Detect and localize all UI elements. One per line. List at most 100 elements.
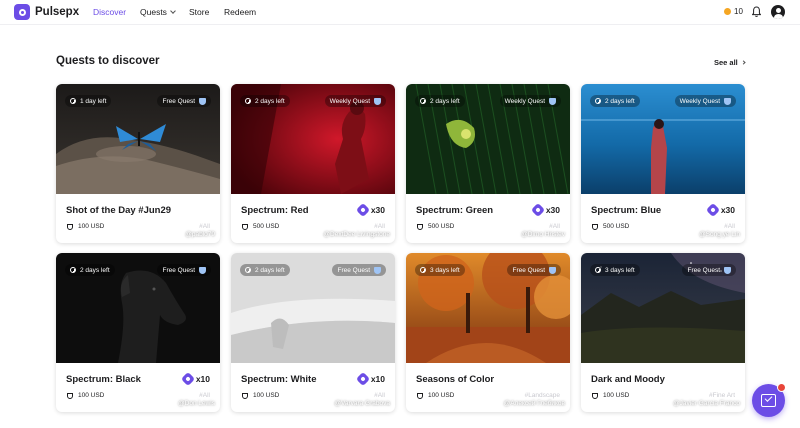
quest-card[interactable]: 2 days left Free Quest @Don Lewis Spectr… bbox=[56, 253, 220, 412]
top-nav: Pulsepx Discover Quests Store Redeem 10 bbox=[0, 0, 800, 25]
quest-type-badge: Free Quest bbox=[507, 264, 561, 276]
time-left-badge: 2 days left bbox=[415, 95, 465, 107]
quest-type-badge: Free Quest bbox=[157, 95, 211, 107]
trophy-icon bbox=[242, 392, 248, 399]
trophy-icon bbox=[242, 223, 248, 230]
quest-prize: 500 USD bbox=[592, 223, 629, 230]
quest-title: Spectrum: White bbox=[241, 374, 317, 385]
quest-tag: #Landscape bbox=[524, 392, 560, 399]
quest-card[interactable]: 3 days left Free Quest @Javier Garcia Fr… bbox=[581, 253, 745, 412]
reward-icon bbox=[180, 371, 195, 387]
quest-type-badge: Free Quest bbox=[157, 264, 211, 276]
photo-credit[interactable]: @Varvara Grabova bbox=[334, 400, 390, 407]
quest-type-badge: Weekly Quest bbox=[674, 95, 736, 107]
quest-prize: 500 USD bbox=[417, 223, 454, 230]
nav-redeem[interactable]: Redeem bbox=[224, 7, 256, 17]
shield-icon bbox=[724, 97, 731, 105]
quest-title: Spectrum: Green bbox=[416, 205, 494, 216]
reward-badge: x10 bbox=[355, 371, 385, 387]
coin-balance[interactable]: 10 bbox=[724, 7, 743, 16]
trophy-icon bbox=[417, 392, 423, 399]
trophy-icon bbox=[592, 392, 598, 399]
quest-tag: #All bbox=[724, 223, 735, 230]
trophy-icon bbox=[67, 392, 73, 399]
quest-type-badge: Free Quest bbox=[682, 264, 736, 276]
reward-badge: x30 bbox=[355, 202, 385, 218]
reward-icon bbox=[355, 202, 370, 218]
quest-prize: 100 USD bbox=[67, 223, 104, 230]
photo-credit[interactable]: @Алексей Глебиков bbox=[504, 400, 565, 407]
quest-tag: #All bbox=[199, 223, 210, 230]
clock-icon bbox=[245, 98, 251, 104]
clock-icon bbox=[245, 267, 251, 273]
app-name: Pulsepx bbox=[35, 6, 80, 18]
quest-title: Spectrum: Blue bbox=[591, 205, 662, 216]
reward-icon bbox=[530, 202, 545, 218]
trophy-icon bbox=[417, 223, 423, 230]
quest-tag: #Fine Art bbox=[708, 392, 735, 399]
time-left-badge: 1 day left bbox=[65, 95, 112, 107]
clock-icon bbox=[70, 98, 76, 104]
shield-icon bbox=[549, 266, 556, 274]
photo-credit[interactable]: @Don Lewis bbox=[178, 400, 215, 407]
reward-badge: x10 bbox=[180, 371, 210, 387]
photo-credit[interactable]: @Dimo Hristev bbox=[521, 231, 565, 238]
logo[interactable]: Pulsepx bbox=[14, 4, 79, 20]
quest-tag: #All bbox=[199, 392, 210, 399]
nav-discover[interactable]: Discover bbox=[93, 7, 126, 17]
quest-title: Seasons of Color bbox=[416, 374, 495, 385]
quest-card[interactable]: 2 days left Weekly Quest @Song ye Lin Sp… bbox=[581, 84, 745, 243]
quest-tag: #All bbox=[374, 223, 385, 230]
quest-card[interactable]: 3 days left Free Quest @Алексей Глебиков… bbox=[406, 253, 570, 412]
shield-icon bbox=[549, 97, 556, 105]
photo-credit[interactable]: @Song ye Lin bbox=[699, 231, 740, 238]
trophy-icon bbox=[67, 223, 73, 230]
avatar[interactable] bbox=[771, 5, 785, 19]
checklist-icon bbox=[761, 394, 776, 407]
quest-type-badge: Free Quest bbox=[332, 264, 386, 276]
bell-icon[interactable] bbox=[752, 6, 761, 18]
trophy-icon bbox=[592, 223, 598, 230]
nav-store[interactable]: Store bbox=[189, 7, 209, 17]
quest-tag: #All bbox=[549, 223, 560, 230]
time-left-badge: 3 days left bbox=[590, 264, 640, 276]
quest-card[interactable]: 2 days left Weekly Quest @Dimo Hristev S… bbox=[406, 84, 570, 243]
quest-prize: 100 USD bbox=[592, 392, 629, 399]
nav-quests[interactable]: Quests bbox=[140, 7, 176, 17]
see-all-link[interactable]: See all bbox=[714, 58, 746, 67]
coin-icon bbox=[724, 8, 731, 15]
quest-type-badge: Weekly Quest bbox=[324, 95, 386, 107]
quest-prize: 500 USD bbox=[242, 223, 279, 230]
reward-badge: x30 bbox=[705, 202, 735, 218]
reward-icon bbox=[355, 371, 370, 387]
quest-type-badge: Weekly Quest bbox=[499, 95, 561, 107]
quest-tag: #All bbox=[374, 392, 385, 399]
clock-icon bbox=[595, 267, 601, 273]
shield-icon bbox=[374, 97, 381, 105]
shield-icon bbox=[374, 266, 381, 274]
quest-card[interactable]: 2 days left Free Quest @Varvara Grabova … bbox=[231, 253, 395, 412]
quest-card[interactable]: 1 day left Free Quest @pablo79 Shot of t… bbox=[56, 84, 220, 243]
notification-dot bbox=[777, 383, 786, 392]
reward-badge: x30 bbox=[530, 202, 560, 218]
time-left-badge: 2 days left bbox=[240, 264, 290, 276]
shield-icon bbox=[724, 266, 731, 274]
chevron-down-icon bbox=[170, 7, 176, 14]
clock-icon bbox=[420, 267, 426, 273]
quest-prize: 100 USD bbox=[67, 392, 104, 399]
quest-card[interactable]: 2 days left Weekly Quest @DextDee Living… bbox=[231, 84, 395, 243]
photo-credit[interactable]: @Javier Garcia Franco bbox=[673, 400, 740, 407]
quest-title: Dark and Moody bbox=[591, 374, 665, 385]
quest-title: Shot of the Day #Jun29 bbox=[66, 205, 172, 216]
clock-icon bbox=[595, 98, 601, 104]
quest-title: Spectrum: Red bbox=[241, 205, 309, 216]
chevron-right-icon bbox=[741, 60, 746, 65]
quest-prize: 100 USD bbox=[242, 392, 279, 399]
section-title: Quests to discover bbox=[56, 55, 160, 67]
quest-title: Spectrum: Black bbox=[66, 374, 141, 385]
photo-credit[interactable]: @DextDee Livingstone bbox=[323, 231, 390, 238]
clock-icon bbox=[70, 267, 76, 273]
shield-icon bbox=[199, 266, 206, 274]
time-left-badge: 3 days left bbox=[415, 264, 465, 276]
photo-credit[interactable]: @pablo79 bbox=[185, 231, 215, 238]
